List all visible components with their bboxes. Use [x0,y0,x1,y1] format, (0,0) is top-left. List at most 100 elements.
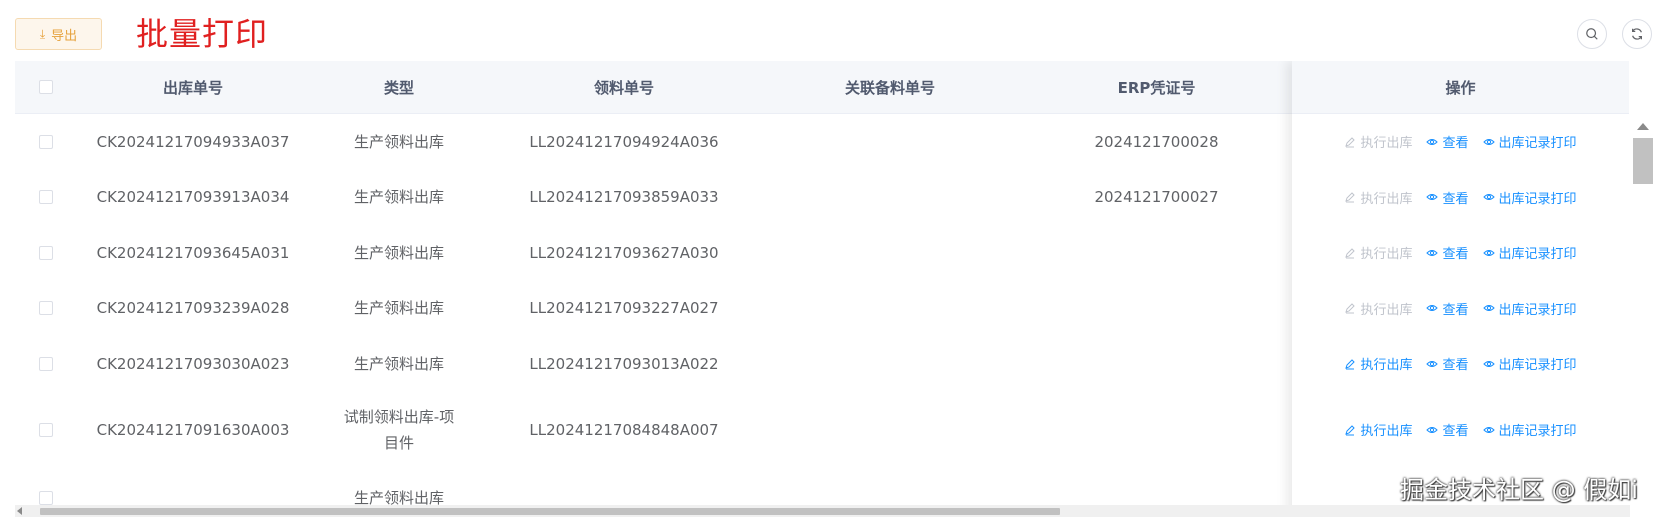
type-line-1: 生产领料出库 [353,354,444,373]
row-checkbox[interactable] [39,356,53,371]
cell-select [15,225,77,280]
cell-select [15,169,77,225]
execute-outbound-label: 执行出库 [1360,302,1413,318]
cell-out-no: CK20241217091630A003 [96,420,290,439]
cell-erp-no [1021,225,1292,280]
print-record-button[interactable]: 出库记录打印 [1482,420,1577,439]
data-table: 出库单号 类型 领料单号 关联备料单号 ERP凭证号 操作 CK20241217… [15,61,1629,517]
print-record-button[interactable]: 出库记录打印 [1482,354,1577,373]
eye-icon [1482,358,1495,370]
execute-outbound-button[interactable]: 执行出库 [1344,188,1412,207]
row-checkbox[interactable] [39,245,53,260]
type-line-1: 生产领料出库 [353,299,444,317]
print-record-button[interactable]: 出库记录打印 [1482,132,1577,151]
scroll-left-icon[interactable] [17,507,22,515]
cell-pick-no: LL20241217093227A027 [529,299,719,317]
column-header-type[interactable]: 类型 [309,61,489,113]
edit-icon [1344,136,1356,148]
view-button[interactable]: 查看 [1426,132,1469,151]
search-icon [1586,28,1598,40]
cell-erp-no [1021,391,1292,468]
eye-icon [1426,247,1439,259]
type-text: 试制领料出库-项 目件 [344,404,454,456]
cell-out-no: CK20241217093913A034 [96,188,290,206]
cell-out-no: CK20241217093645A031 [96,243,290,262]
cell-erp-no [1021,336,1292,391]
cell-erp-no: 2024121700027 [1094,188,1219,206]
row-checkbox[interactable] [39,491,53,505]
column-header-out-no[interactable]: 出库单号 [77,61,309,113]
cell-prep-no [759,225,1021,280]
cell-pick-no: LL20241217094924A036 [529,132,719,151]
execute-outbound-button[interactable]: 执行出库 [1344,132,1412,151]
cell-actions: 执行出库 查看 出库记录打印 [1292,280,1629,336]
column-header-pick-no[interactable]: 领料单号 [489,61,759,113]
export-label: 导出 [51,28,78,44]
print-record-label: 出库记录打印 [1498,358,1577,373]
view-label: 查看 [1442,358,1469,373]
table-header: 出库单号 类型 领料单号 关联备料单号 ERP凭证号 操作 [15,61,1629,114]
refresh-button[interactable] [1622,19,1652,49]
print-record-button[interactable]: 出库记录打印 [1482,243,1577,262]
column-header-prep-no[interactable]: 关联备料单号 [759,61,1021,113]
view-label: 查看 [1442,247,1469,262]
cell-actions: 执行出库 查看 出库记录打印 [1292,169,1629,225]
execute-outbound-button[interactable]: 执行出库 [1344,243,1412,262]
execute-outbound-label: 执行出库 [1360,358,1413,373]
row-checkbox[interactable] [39,301,53,315]
type-text: 生产领料出库 [354,295,444,321]
horizontal-scroll-thumb[interactable] [40,508,1060,515]
search-button[interactable] [1577,19,1607,49]
cell-pick-no: LL20241217093013A022 [529,354,719,373]
view-button[interactable]: 查看 [1426,299,1469,318]
print-record-label: 出库记录打印 [1498,247,1577,262]
cell-actions: 执行出库 查看 出库记录打印 [1292,391,1629,468]
view-label: 查看 [1442,191,1469,207]
vertical-scrollbar[interactable] [1630,111,1657,517]
eye-icon [1482,302,1495,314]
table-row: CK20241217093030A023 生产领料出库 LL202412170930… [15,336,1629,392]
execute-outbound-button[interactable]: 执行出库 [1344,299,1412,318]
export-button[interactable]: ⤓ 导出 [15,18,102,50]
type-text: 生产领料出库 [354,129,444,155]
column-header-erp-no[interactable]: ERP凭证号 [1021,61,1292,113]
download-icon: ⤓ [39,27,46,41]
vertical-scroll-thumb[interactable] [1633,138,1653,184]
print-record-button[interactable]: 出库记录打印 [1482,188,1577,207]
view-button[interactable]: 查看 [1426,243,1469,262]
horizontal-scrollbar[interactable] [15,505,1630,517]
view-button[interactable]: 查看 [1426,420,1469,439]
cell-type: 生产领料出库 [309,280,489,336]
view-label: 查看 [1442,424,1469,439]
type-line-1: 生产领料出库 [353,132,444,151]
type-text: 生产领料出库 [354,351,444,377]
cell-select [15,280,77,336]
eye-icon [1482,247,1495,259]
edit-icon [1344,247,1356,259]
print-record-label: 出库记录打印 [1498,191,1577,207]
cell-prep-no [759,336,1021,391]
table-row: CK20241217093239A028 生产领料出库 LL202412170932… [15,280,1629,337]
execute-outbound-button[interactable]: 执行出库 [1344,354,1412,373]
row-checkbox[interactable] [39,190,53,204]
eye-icon [1426,302,1439,314]
cell-erp-no: 2024121700028 [1094,132,1219,151]
column-header-actions: 操作 [1445,78,1476,97]
cell-actions: 执行出库 查看 出库记录打印 [1292,225,1629,280]
row-checkbox[interactable] [39,134,53,149]
cell-prep-no [759,391,1021,468]
row-checkbox[interactable] [39,422,53,437]
cell-prep-no [759,169,1021,225]
cell-select [15,114,77,169]
cell-actions: 执行出库 查看 出库记录打印 [1292,336,1629,391]
toolbar: ⤓ 导出 批量打印 [0,0,1657,60]
scroll-up-icon[interactable] [1637,123,1649,130]
view-button[interactable]: 查看 [1426,188,1469,207]
table-row: CK20241217091630A003 试制领料出库-项 目件 LL20241217… [15,391,1629,469]
execute-outbound-button[interactable]: 执行出库 [1344,420,1412,439]
type-line-1: 生产领料出库 [353,188,444,206]
type-line-1: 生产领料出库 [353,243,444,262]
view-button[interactable]: 查看 [1426,354,1469,373]
print-record-button[interactable]: 出库记录打印 [1482,299,1577,318]
select-all-checkbox[interactable] [39,80,53,94]
